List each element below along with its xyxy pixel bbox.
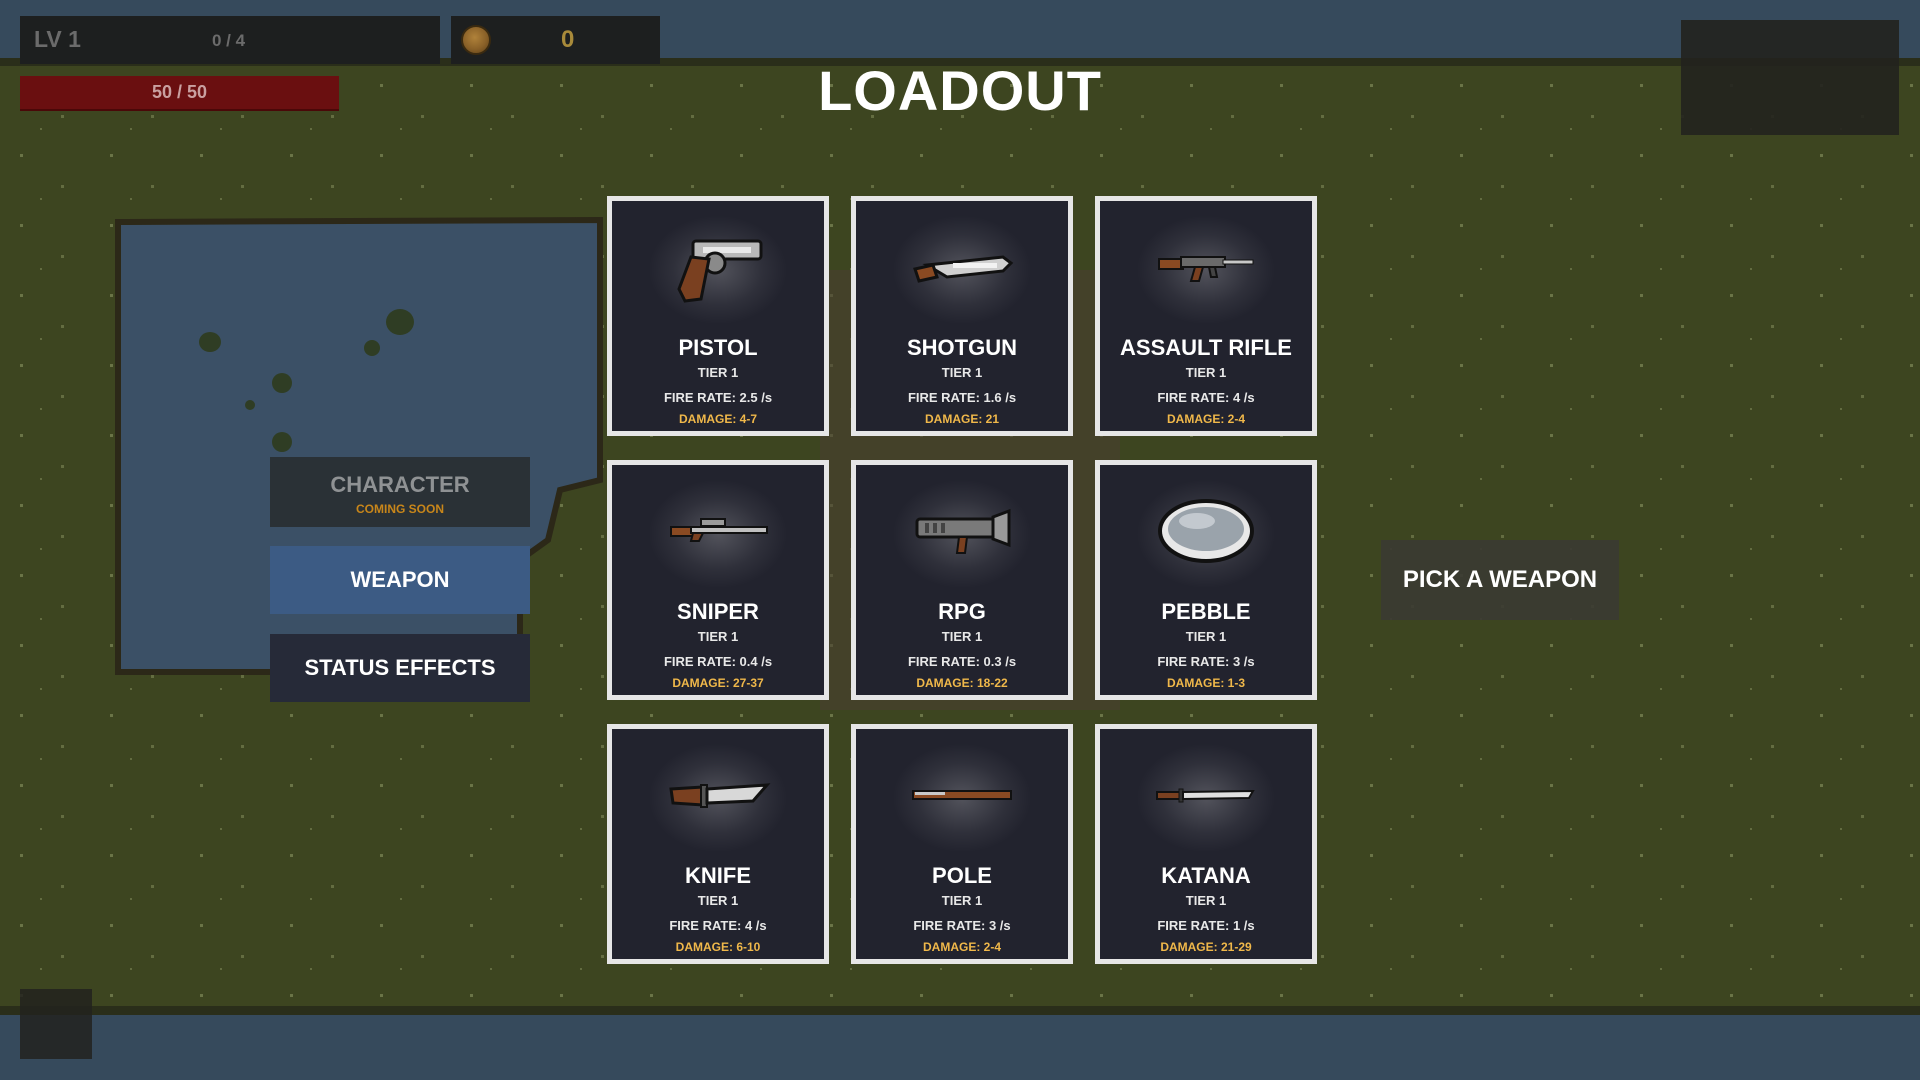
sniper-icon <box>670 518 768 542</box>
status-effects-tab-button[interactable]: STATUS EFFECTS <box>270 634 530 702</box>
status-effects-tab-label: STATUS EFFECTS <box>304 655 496 680</box>
weapon-tab-label: WEAPON <box>350 567 450 592</box>
weapon-damage: DAMAGE: 4-7 <box>678 412 757 426</box>
pistol-icon <box>677 239 763 303</box>
weapon-name: KATANA <box>1161 863 1251 888</box>
character-tab-label: CHARACTER <box>330 472 470 497</box>
coming-soon-label: COMING SOON <box>355 502 444 516</box>
weapon-name: KNIFE <box>685 863 751 888</box>
weapon-damage: DAMAGE: 1-3 <box>1166 676 1245 690</box>
weapon-tier: TIER 1 <box>1185 629 1227 644</box>
weapon-detail-panel: PICK A WEAPON <box>1381 540 1619 620</box>
weapon-card-rpg[interactable]: RPG TIER 1 FIRE RATE: 0.3 /s DAMAGE: 18-… <box>851 460 1073 700</box>
weapon-tab-button[interactable]: WEAPON <box>270 546 530 614</box>
weapon-name: PEBBLE <box>1161 599 1251 624</box>
weapon-card-knife[interactable]: KNIFE TIER 1 FIRE RATE: 4 /s DAMAGE: 6-1… <box>607 724 829 964</box>
katana-icon <box>1156 788 1255 803</box>
weapon-card-katana[interactable]: KATANA TIER 1 FIRE RATE: 1 /s DAMAGE: 21… <box>1095 724 1317 964</box>
weapon-tier: TIER 1 <box>697 629 739 644</box>
page-title: LOADOUT <box>818 59 1102 122</box>
weapon-name: SHOTGUN <box>907 335 1017 360</box>
weapon-fire-rate: FIRE RATE: 1 /s <box>1157 918 1255 933</box>
weapon-card-pole[interactable]: POLE TIER 1 FIRE RATE: 3 /s DAMAGE: 2-4 <box>851 724 1073 964</box>
level-label: LV 1 <box>34 26 81 52</box>
weapon-fire-rate: FIRE RATE: 3 /s <box>913 918 1011 933</box>
weapon-tier: TIER 1 <box>941 893 983 908</box>
weapon-tier: TIER 1 <box>941 629 983 644</box>
weapon-card-assault-rifle[interactable]: ASSAULT RIFLE TIER 1 FIRE RATE: 4 /s DAM… <box>1095 196 1317 436</box>
weapon-damage: DAMAGE: 6-10 <box>675 940 761 954</box>
weapon-damage: DAMAGE: 27-37 <box>672 676 764 690</box>
weapon-damage: DAMAGE: 2-4 <box>1166 412 1245 426</box>
weapon-name: ASSAULT RIFLE <box>1120 335 1292 360</box>
weapon-name: POLE <box>932 863 992 888</box>
weapon-fire-rate: FIRE RATE: 3 /s <box>1157 654 1255 669</box>
weapon-fire-rate: FIRE RATE: 4 /s <box>1157 390 1255 405</box>
xp-panel: LV 1 0 / 4 <box>20 16 440 64</box>
weapon-card-sniper[interactable]: SNIPER TIER 1 FIRE RATE: 0.4 /s DAMAGE: … <box>607 460 829 700</box>
knife-icon <box>669 783 771 808</box>
weapon-damage: DAMAGE: 18-22 <box>916 676 1008 690</box>
weapon-fire-rate: FIRE RATE: 0.4 /s <box>663 654 773 669</box>
rpg-icon <box>915 508 1011 554</box>
weapon-name: PISTOL <box>678 335 758 360</box>
weapon-name: SNIPER <box>677 599 759 624</box>
weapon-tier: TIER 1 <box>697 893 739 908</box>
weapon-damage: DAMAGE: 21-29 <box>1160 940 1252 954</box>
xp-counter: 0 / 4 <box>212 31 246 50</box>
character-tab-button[interactable]: CHARACTER COMING SOON <box>270 457 530 527</box>
pick-weapon-prompt: PICK A WEAPON <box>1402 566 1598 593</box>
weapon-name: RPG <box>938 599 986 624</box>
weapon-card-pistol[interactable]: PISTOL TIER 1 FIRE RATE: 2.5 /s DAMAGE: … <box>607 196 829 436</box>
weapon-tier: TIER 1 <box>697 365 739 380</box>
assault-rifle-icon <box>1158 256 1254 282</box>
pebble-icon <box>1158 499 1254 563</box>
weapon-tier: TIER 1 <box>1185 893 1227 908</box>
coin-panel: 0 <box>451 16 660 64</box>
pole-icon <box>912 790 1012 800</box>
weapon-fire-rate: FIRE RATE: 1.6 /s <box>907 390 1017 405</box>
weapon-damage: DAMAGE: 21 <box>924 412 999 426</box>
weapon-fire-rate: FIRE RATE: 4 /s <box>669 918 767 933</box>
weapon-tier: TIER 1 <box>941 365 983 380</box>
weapon-fire-rate: FIRE RATE: 2.5 /s <box>663 390 773 405</box>
weapon-tier: TIER 1 <box>1185 365 1227 380</box>
weapon-fire-rate: FIRE RATE: 0.3 /s <box>907 654 1017 669</box>
corner-panel <box>20 989 92 1059</box>
coin-icon <box>461 25 491 55</box>
shotgun-icon <box>913 255 1014 283</box>
weapon-damage: DAMAGE: 2-4 <box>922 940 1001 954</box>
coin-count: 0 <box>561 26 575 53</box>
weapon-card-pebble[interactable]: PEBBLE TIER 1 FIRE RATE: 3 /s DAMAGE: 1-… <box>1095 460 1317 700</box>
weapon-card-shotgun[interactable]: SHOTGUN TIER 1 FIRE RATE: 1.6 /s DAMAGE:… <box>851 196 1073 436</box>
